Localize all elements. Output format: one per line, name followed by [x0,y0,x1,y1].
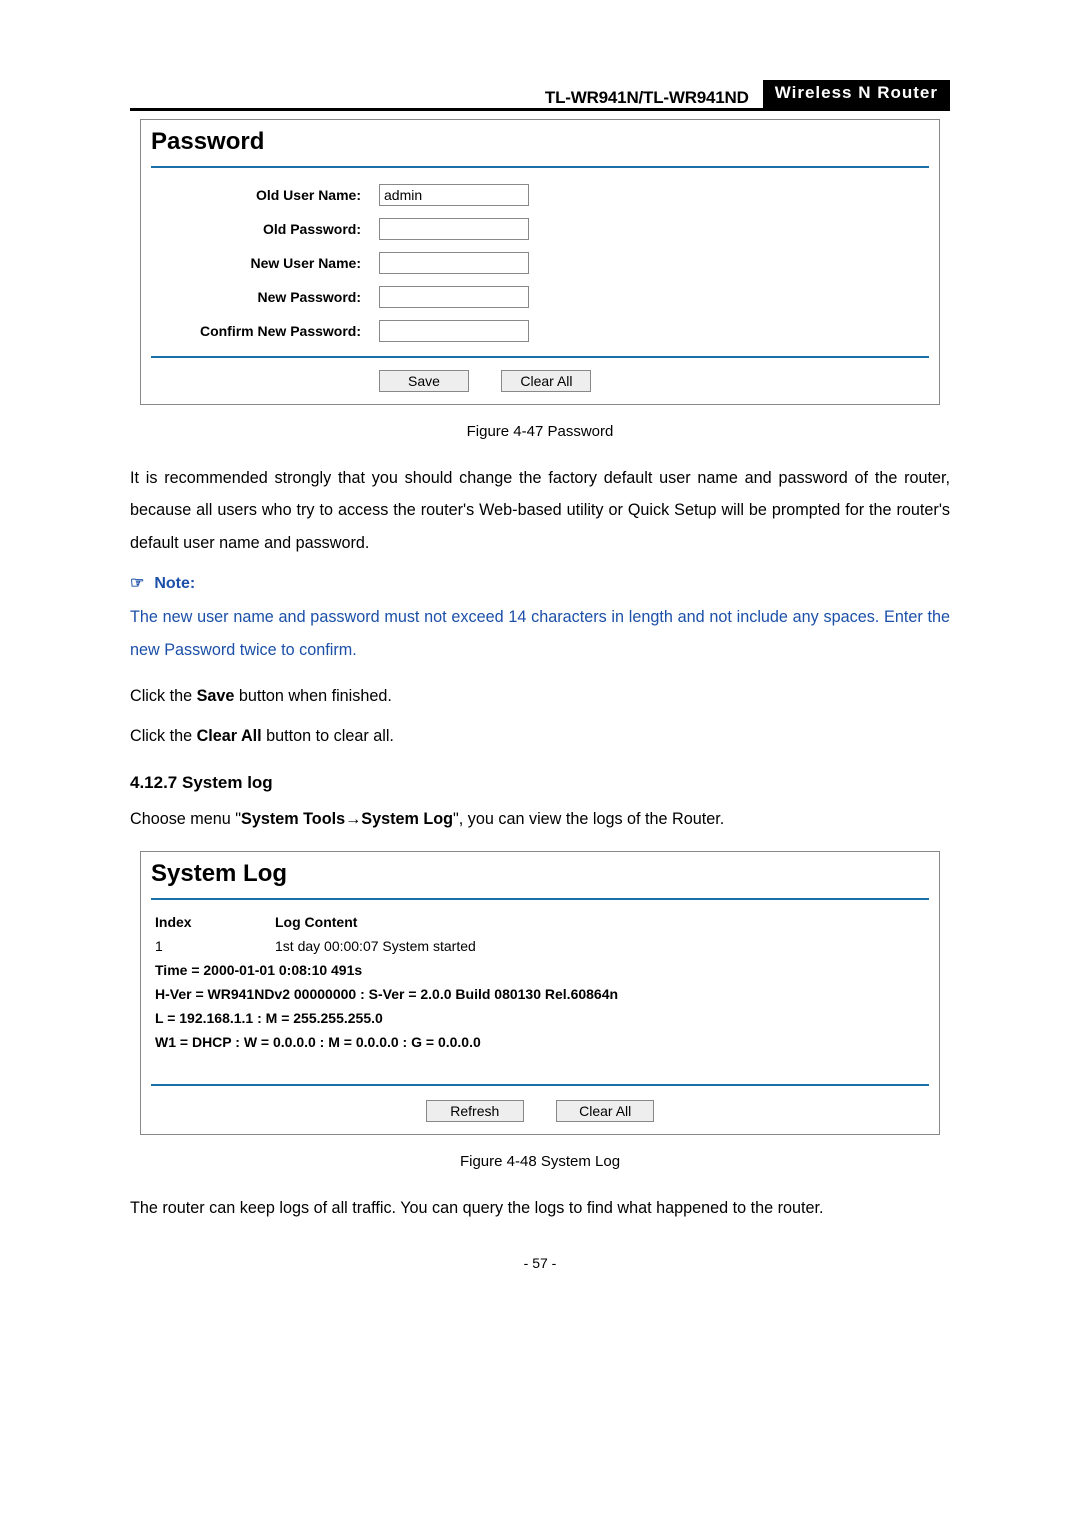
syslog-panel: System Log Index Log Content 1 1st day 0… [140,851,940,1135]
syslog-intro: Choose menu "System Tools→System Log", y… [130,803,950,835]
syslog-body: Index Log Content 1 1st day 00:00:07 Sys… [141,900,939,1058]
page-header: TL-WR941N/TL-WR941ND Wireless N Router [130,80,950,111]
click-save-text: Click the Save button when finished. [130,680,950,712]
label-old-username: Old User Name: [141,187,379,203]
syslog-info-line: Time = 2000-01-01 0:08:10 491s [155,958,925,982]
after-syslog-text: The router can keep logs of all traffic.… [130,1192,950,1224]
row-new-username: New User Name: [141,246,939,280]
syslog-info-line: W1 = DHCP : W = 0.0.0.0 : M = 0.0.0.0 : … [155,1030,925,1054]
row-old-password: Old Password: [141,212,939,246]
model-text: TL-WR941N/TL-WR941ND [545,88,749,108]
note-header: ☞ Note: [130,573,950,593]
old-username-input[interactable] [379,184,529,206]
figure-caption-48: Figure 4-48 System Log [130,1135,950,1178]
panel-title: Password [141,120,939,166]
password-panel: Password Old User Name: Old Password: Ne… [140,119,940,405]
new-username-input[interactable] [379,252,529,274]
clear-all-button[interactable]: Clear All [501,370,591,392]
label-new-username: New User Name: [141,255,379,271]
syslog-button-row: Refresh Clear All [141,1086,939,1134]
bold-text: Clear All [197,727,262,745]
note-body: The new user name and password must not … [130,601,950,666]
label-confirm-password: Confirm New Password: [141,323,379,339]
syslog-info-line: L = 192.168.1.1 : M = 255.255.255.0 [155,1006,925,1030]
save-button[interactable]: Save [379,370,469,392]
password-button-row: Save Clear All [141,358,939,404]
click-clear-text: Click the Clear All button to clear all. [130,720,950,752]
old-password-input[interactable] [379,218,529,240]
refresh-button[interactable]: Refresh [426,1100,524,1122]
clear-all-button[interactable]: Clear All [556,1100,654,1122]
pointing-hand-icon: ☞ [130,575,144,592]
col-index-header: Index [155,914,275,930]
cell-index: 1 [155,938,275,954]
section-heading-syslog: 4.12.7 System log [130,773,950,793]
figure-caption-47: Figure 4-47 Password [130,405,950,448]
confirm-password-input[interactable] [379,320,529,342]
label-new-password: New Password: [141,289,379,305]
panel-title: System Log [141,852,939,898]
cell-content: 1st day 00:00:07 System started [275,938,476,954]
row-new-password: New Password: [141,280,939,314]
recommend-text: It is recommended strongly that you shou… [130,462,950,559]
arrow-icon: → [345,810,361,828]
product-badge: Wireless N Router [763,80,950,108]
bold-text: System Log [361,810,453,828]
text: button when finished. [234,687,392,705]
syslog-header-row: Index Log Content [155,910,925,934]
page-number: - 57 - [130,1255,950,1271]
col-content-header: Log Content [275,914,357,930]
syslog-row: 1 1st day 00:00:07 System started [155,934,925,958]
row-confirm-password: Confirm New Password: [141,314,939,348]
bold-text: Save [197,687,235,705]
text: button to clear all. [262,727,394,745]
note-label: Note: [154,575,195,592]
row-old-username: Old User Name: [141,178,939,212]
text: Choose menu " [130,810,241,828]
new-password-input[interactable] [379,286,529,308]
label-old-password: Old Password: [141,221,379,237]
syslog-info-line: H-Ver = WR941NDv2 00000000 : S-Ver = 2.0… [155,982,925,1006]
text: ", you can view the logs of the Router. [453,810,724,828]
text: Click the [130,727,197,745]
text: Click the [130,687,197,705]
bold-text: System Tools [241,810,345,828]
